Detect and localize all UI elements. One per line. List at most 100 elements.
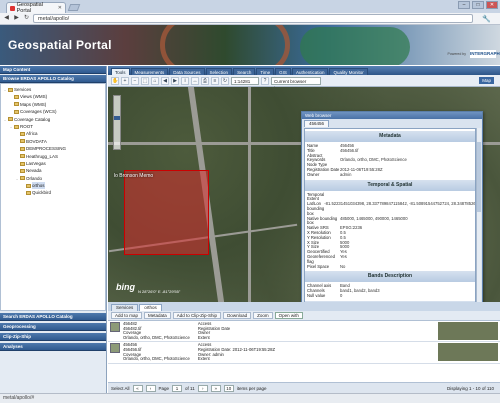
metadata-key: Owner bbox=[307, 171, 320, 177]
main-tab[interactable]: Measurements bbox=[130, 68, 169, 75]
minimize-icon[interactable]: – bbox=[458, 1, 470, 9]
prev-page-button[interactable]: ‹ bbox=[145, 384, 156, 392]
tree-item[interactable]: Coverages (WCS) bbox=[3, 108, 103, 115]
map-button[interactable]: Map bbox=[479, 77, 494, 84]
main-tab[interactable]: Search bbox=[233, 68, 256, 75]
main-tab[interactable]: Authentication bbox=[291, 68, 329, 75]
zoom-slider-knob[interactable] bbox=[114, 116, 120, 120]
zoom-slider[interactable] bbox=[113, 95, 121, 150]
tree-item[interactable]: Heathrugg_LAS bbox=[3, 153, 103, 160]
vendor-logo: INTERGRAPH bbox=[470, 50, 500, 58]
browser-tab[interactable]: Geospatial Portal ✕ bbox=[6, 2, 66, 14]
previous-view-icon[interactable]: ◀ bbox=[161, 76, 169, 85]
accordion-panel-header[interactable]: Geoprocessing bbox=[0, 323, 106, 331]
last-page-button[interactable]: » bbox=[210, 384, 221, 392]
tree-toggle-icon[interactable]: - bbox=[15, 175, 19, 182]
result-item[interactable]: 456456 456456.tif Coverage Orlando, ortho, … bbox=[108, 342, 500, 364]
per-page-select[interactable]: 10 bbox=[223, 384, 234, 392]
result-thumbnail bbox=[438, 343, 498, 362]
accordion-panel-header[interactable]: Search ERDAS APOLLO Catalog bbox=[0, 313, 106, 321]
metadata-tab[interactable]: 456456 bbox=[304, 120, 330, 127]
accordion-panel-header[interactable]: Analyses bbox=[0, 343, 106, 351]
main-tab[interactable]: Data Sources bbox=[169, 68, 205, 75]
reload-icon[interactable]: ↻ bbox=[23, 15, 30, 22]
browse-catalog-header[interactable]: Browse ERDAS APOLLO Catalog bbox=[0, 75, 106, 83]
tree-toggle-icon[interactable]: - bbox=[9, 123, 13, 130]
metadata-section-header: Temporal & Spatial bbox=[305, 179, 475, 191]
results-tabs: Services orthos bbox=[108, 302, 500, 311]
info-icon[interactable]: i bbox=[181, 76, 189, 85]
metadata-window-title[interactable]: Web browser bbox=[302, 112, 482, 119]
results-toolbar-button[interactable]: Metadata bbox=[144, 312, 171, 319]
url-input[interactable]: metal/apollo/ bbox=[33, 14, 473, 23]
tree-item[interactable]: Views (WMS) bbox=[3, 93, 103, 100]
tree-toggle-icon[interactable]: - bbox=[3, 116, 7, 123]
first-page-button[interactable]: « bbox=[132, 384, 143, 392]
page-input[interactable]: 1 bbox=[172, 384, 183, 392]
main-tab[interactable]: Tools bbox=[111, 68, 130, 75]
open-with-select[interactable]: Open with bbox=[274, 312, 303, 319]
wrench-icon[interactable]: 🔧 bbox=[482, 15, 491, 23]
pan-icon[interactable]: ✋ bbox=[111, 76, 119, 85]
forward-icon[interactable]: ▶ bbox=[13, 15, 20, 22]
zoom-out-icon[interactable]: − bbox=[131, 76, 139, 85]
metadata-value: band1, band2, band3 bbox=[340, 288, 380, 294]
back-icon[interactable]: ◀ bbox=[3, 15, 10, 22]
results-toolbar-button[interactable]: Download bbox=[223, 312, 252, 319]
language-select[interactable]: Current browser language bbox=[271, 76, 321, 91]
folder-icon bbox=[20, 161, 25, 166]
legend-icon[interactable]: ≡ bbox=[211, 76, 219, 85]
tree-item[interactable]: Quickbird bbox=[3, 189, 103, 196]
help-icon[interactable]: ? bbox=[261, 76, 269, 85]
results-tab[interactable]: orthos bbox=[139, 304, 162, 311]
tree-item[interactable]: Africa bbox=[3, 130, 103, 137]
selected-footprint[interactable] bbox=[124, 170, 209, 255]
scale-input[interactable]: 1:14281 bbox=[231, 76, 259, 85]
scrollbar-thumb[interactable] bbox=[477, 142, 481, 212]
result-checkbox[interactable] bbox=[110, 343, 120, 354]
next-view-icon[interactable]: ▶ bbox=[171, 76, 179, 85]
zoom-box-icon[interactable]: ⬚ bbox=[141, 76, 149, 85]
tree-item[interactable]: - Coverage Catalog bbox=[3, 116, 103, 123]
print-icon[interactable]: ⎙ bbox=[201, 76, 209, 85]
zoom-in-icon[interactable]: + bbox=[121, 76, 129, 85]
refresh-icon[interactable]: ↻ bbox=[221, 76, 229, 85]
map-content-header[interactable]: Map Content bbox=[0, 66, 106, 74]
left-bottom-panels: Search ERDAS APOLLO Catalog Geoprocessing… bbox=[0, 313, 106, 351]
tree-item-label: Heathrugg_LAS bbox=[26, 153, 59, 159]
tree-item[interactable]: Nevada bbox=[3, 167, 103, 174]
metadata-value: admin bbox=[340, 171, 352, 177]
results-toolbar-button[interactable]: Zoom bbox=[253, 312, 273, 319]
results-tab[interactable]: Services bbox=[111, 304, 139, 311]
tree-item[interactable]: LasVegas bbox=[3, 160, 103, 167]
maximize-icon[interactable]: □ bbox=[472, 1, 484, 9]
main-tab[interactable]: Time bbox=[256, 68, 275, 75]
measure-icon[interactable]: ↔ bbox=[191, 76, 199, 85]
tree-item[interactable]: Maps (WMS) bbox=[3, 101, 103, 108]
tree-item[interactable]: orthos bbox=[3, 182, 103, 190]
tree-item[interactable]: - Services bbox=[3, 86, 103, 93]
full-extent-icon[interactable]: ⌂ bbox=[151, 76, 159, 85]
result-item[interactable]: 456482 456482.tif Coverage Orlando, ortho, … bbox=[108, 321, 500, 343]
metadata-key: Lat/Lon bounding box bbox=[307, 201, 325, 216]
accordion-panel-header[interactable]: Clip-Zip-Ship bbox=[0, 333, 106, 341]
next-page-button[interactable]: › bbox=[197, 384, 208, 392]
main-tab[interactable]: Selection bbox=[205, 68, 233, 75]
tree-item-label: Coverage Catalog bbox=[14, 116, 51, 122]
catalog-tree: - Services Views (WMS) Maps (WMS) Coverages … bbox=[0, 83, 106, 311]
tree-item[interactable]: - Orlando bbox=[3, 175, 103, 182]
new-tab-button[interactable] bbox=[67, 4, 81, 11]
select-all-link[interactable]: Select All bbox=[111, 386, 130, 391]
metadata-value: -81.52231451034398, 28.337789847115842, … bbox=[324, 201, 476, 207]
main-tab[interactable]: GIS bbox=[275, 68, 291, 75]
close-window-icon[interactable]: ✕ bbox=[486, 1, 498, 9]
tree-item[interactable]: - ROOT bbox=[3, 123, 103, 130]
close-tab-icon[interactable]: ✕ bbox=[58, 5, 62, 11]
results-toolbar-button[interactable]: Add to Clip-Zip-Ship bbox=[172, 312, 222, 319]
result-checkbox[interactable] bbox=[110, 322, 120, 332]
tree-item[interactable]: DEMPROCESSING bbox=[3, 145, 103, 152]
results-toolbar-button[interactable]: Add to map bbox=[111, 312, 143, 319]
tree-toggle-icon[interactable]: - bbox=[3, 86, 7, 93]
main-tab[interactable]: Quality Monitor bbox=[329, 68, 368, 75]
tree-item[interactable]: BOVDATA bbox=[3, 138, 103, 145]
